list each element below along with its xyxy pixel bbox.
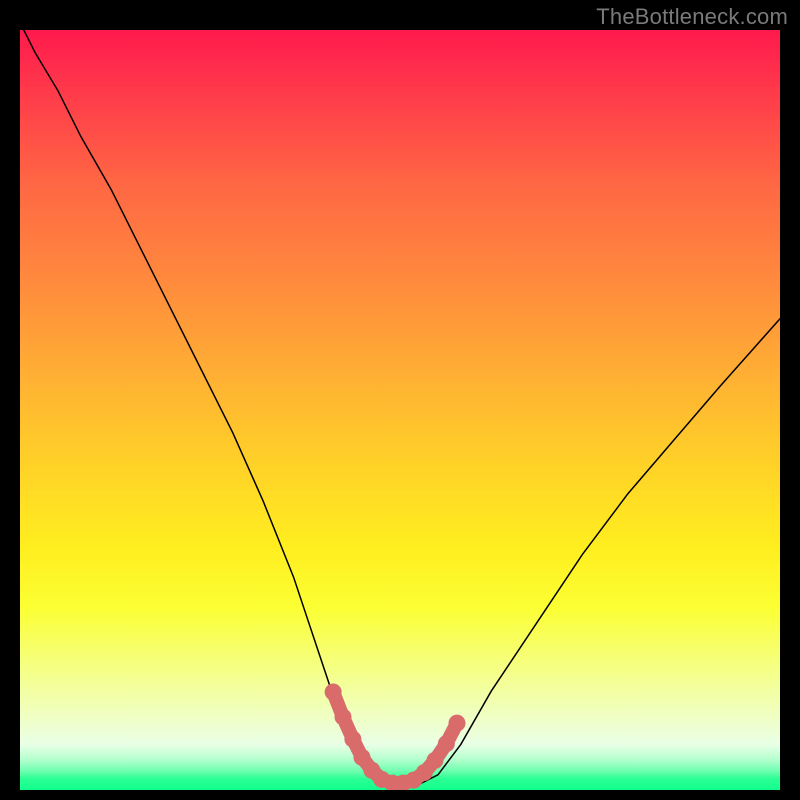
plot-area [20, 30, 780, 790]
marker-dot [344, 731, 361, 748]
chart-stage: TheBottleneck.com [0, 0, 800, 800]
marker-dot [449, 715, 466, 732]
curve-svg [20, 30, 780, 790]
watermark-text: TheBottleneck.com [596, 4, 788, 30]
marker-dot [325, 683, 342, 700]
optimal-range-dots [325, 683, 466, 790]
marker-dot [335, 709, 352, 726]
marker-dot [438, 735, 455, 752]
bottleneck-curve [20, 30, 780, 785]
marker-dot [426, 752, 443, 769]
